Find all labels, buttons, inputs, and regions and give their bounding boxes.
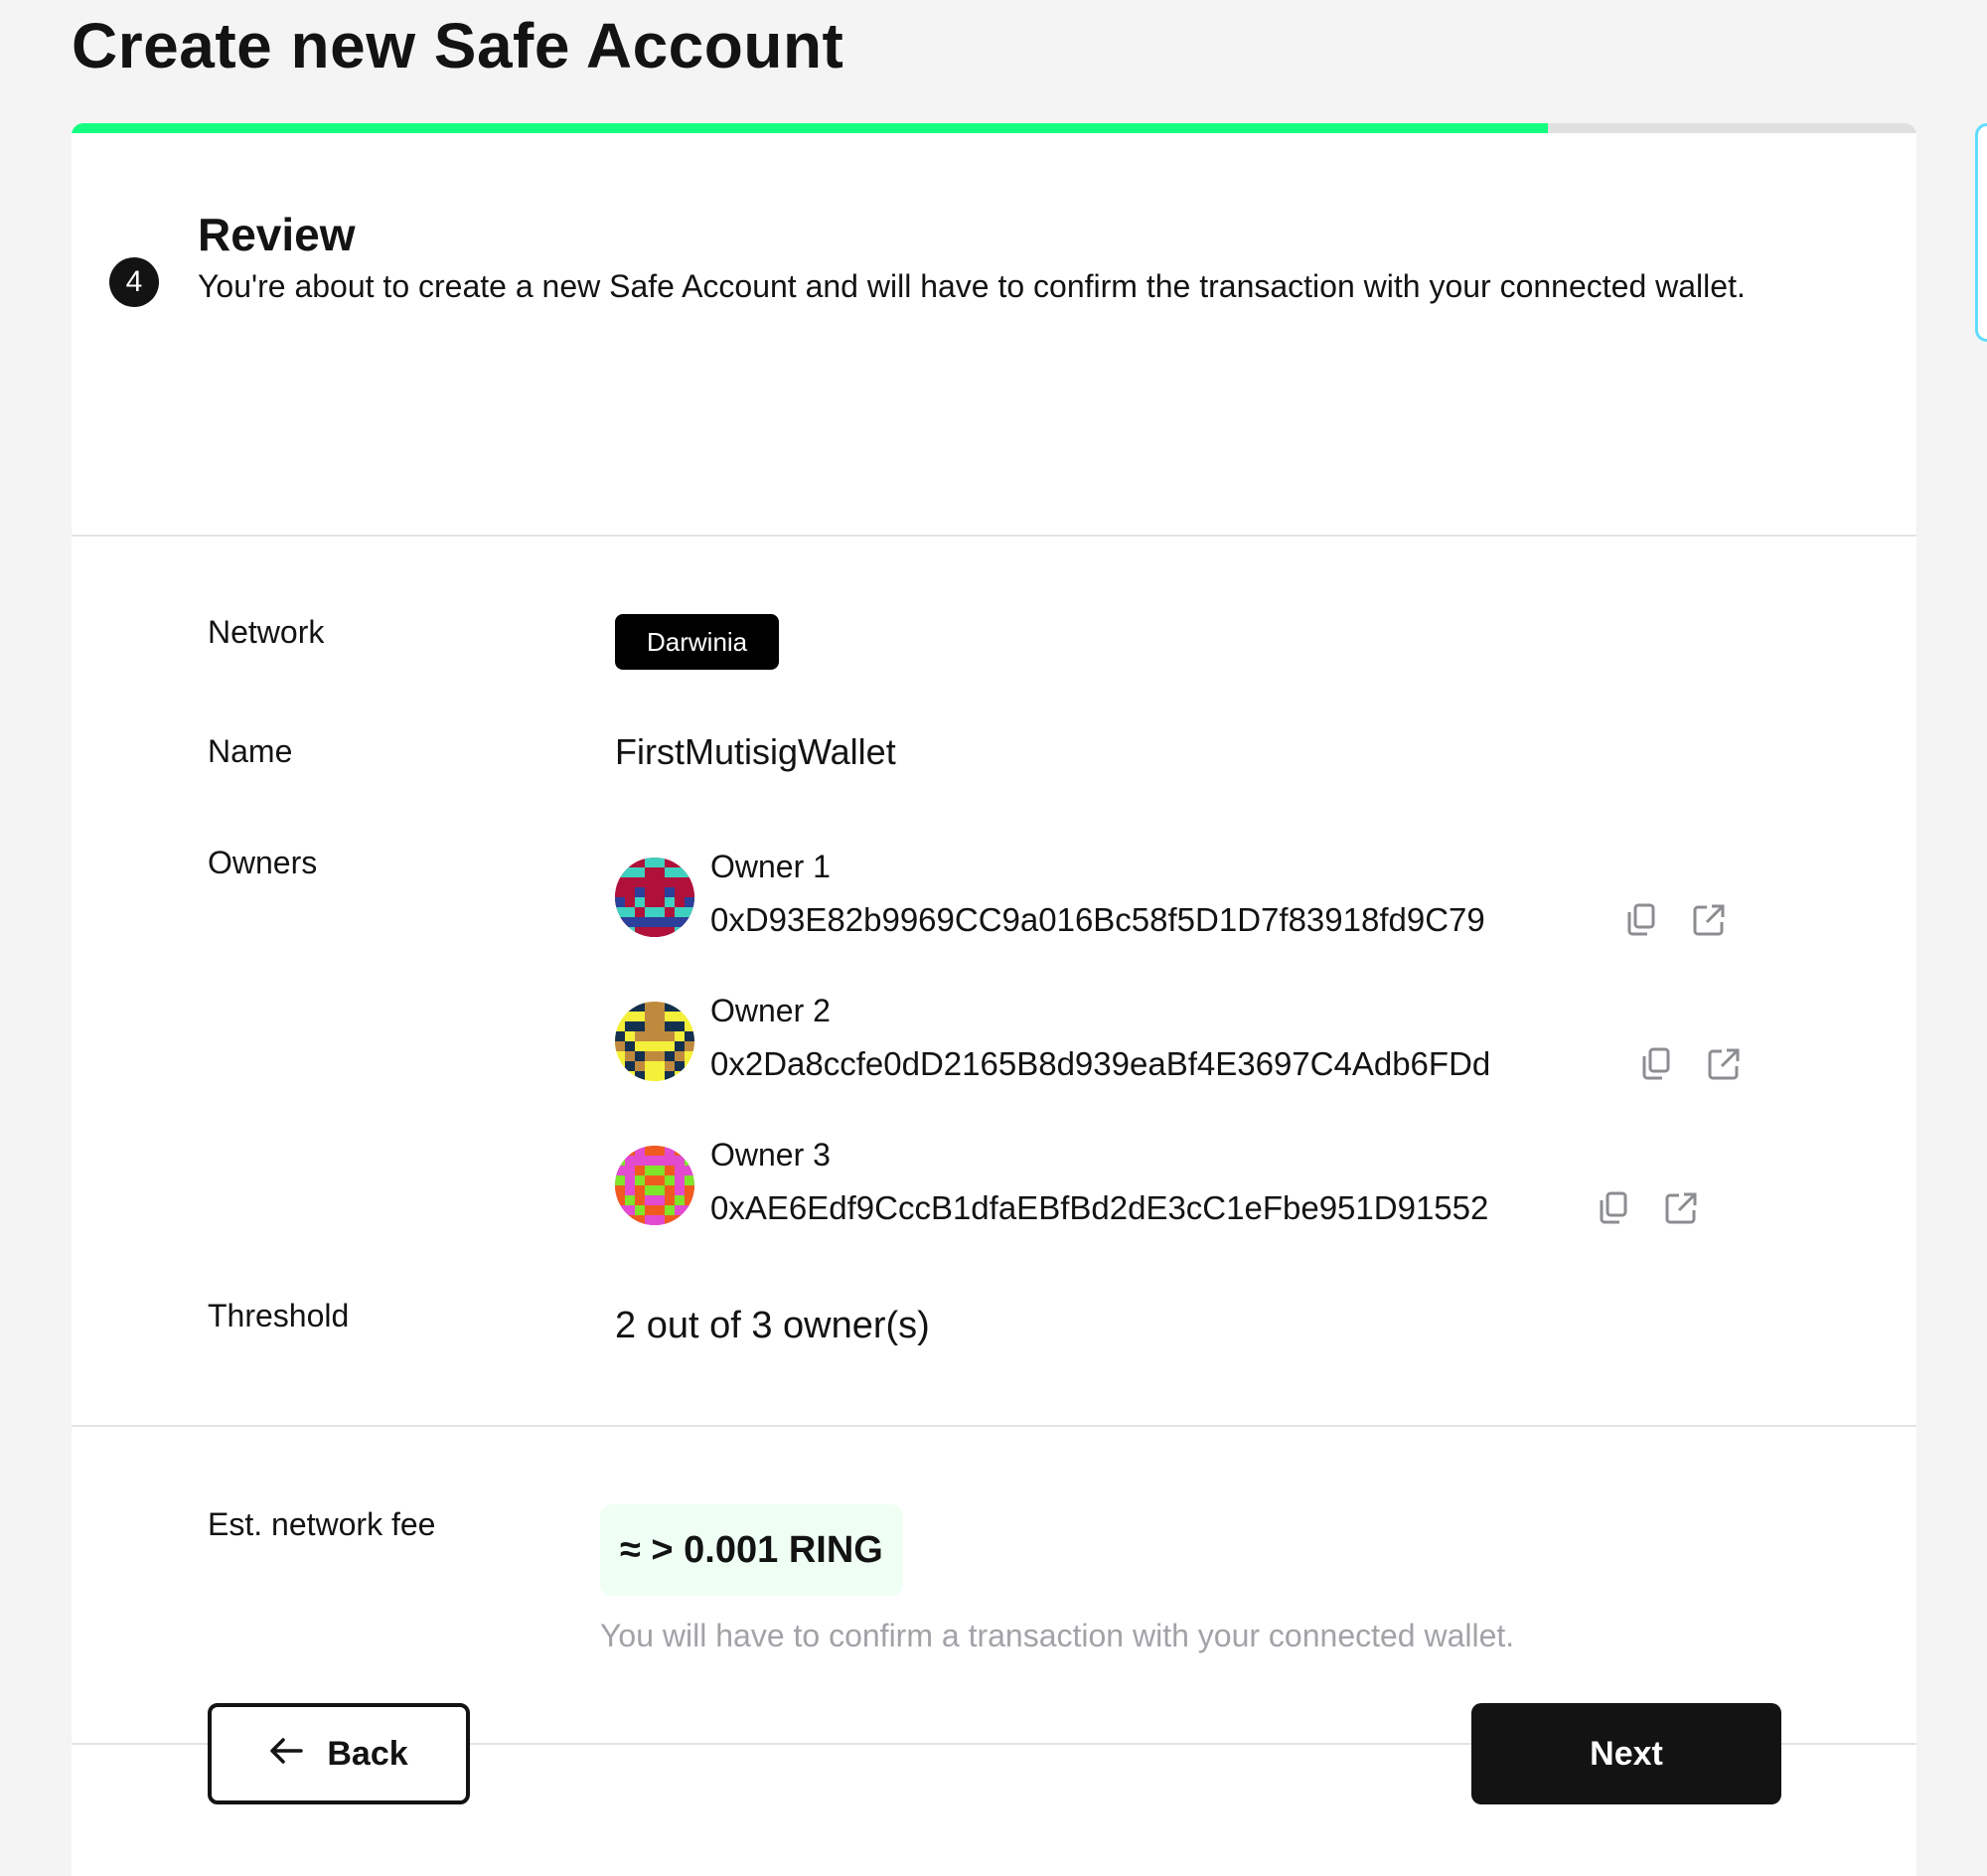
owner-actions	[1596, 1190, 1699, 1226]
owner-actions	[1638, 1046, 1742, 1082]
progress-fill	[72, 123, 1548, 133]
owner-address: 0xAE6Edf9CccB1dfaEBfBd2dE3cC1eFbe951D915…	[710, 1189, 1489, 1226]
step-title: Review	[198, 209, 356, 260]
fee-value-box: ≈ > 0.001 RING	[600, 1504, 903, 1596]
external-link-icon[interactable]	[1691, 902, 1727, 938]
owners-label: Owners	[208, 845, 318, 880]
threshold-label: Threshold	[208, 1298, 350, 1333]
owner-avatar	[615, 1146, 694, 1225]
next-button-label: Next	[1590, 1734, 1663, 1773]
owner-name: Owner 1	[710, 849, 831, 884]
threshold-value: 2 out of 3 owner(s)	[615, 1305, 930, 1346]
progress-bar	[72, 123, 1916, 133]
network-label: Network	[208, 614, 325, 650]
back-button-label: Back	[327, 1734, 408, 1773]
owner-name: Owner 2	[710, 993, 831, 1028]
back-button[interactable]: Back	[208, 1703, 470, 1804]
copy-icon[interactable]	[1596, 1190, 1631, 1226]
copy-icon[interactable]	[1638, 1046, 1674, 1082]
owner-avatar	[615, 1002, 694, 1081]
step-description: You're about to create a new Safe Accoun…	[198, 268, 1746, 304]
owner-address: 0x2Da8ccfe0dD2165B8d939eaBf4E3697C4Adb6F…	[710, 1045, 1491, 1082]
owner-item: Owner 3 0xAE6Edf9CccB1dfaEBfBd2dE3cC1eFb…	[615, 1135, 1708, 1226]
fee-label: Est. network fee	[208, 1506, 436, 1542]
divider	[72, 535, 1916, 537]
name-label: Name	[208, 733, 293, 769]
step-header: 4 Review You're about to create a new Sa…	[72, 133, 1916, 535]
network-chip: Darwinia	[615, 614, 780, 670]
fee-note: You will have to confirm a transaction w…	[600, 1618, 1515, 1653]
owner-actions	[1623, 902, 1727, 938]
owner-address: 0xD93E82b9969CC9a016Bc58f5D1D7f83918fd9C…	[710, 901, 1485, 938]
owner-item: Owner 2 0x2Da8ccfe0dD2165B8d939eaBf4E369…	[615, 991, 1740, 1082]
owner-item: Owner 1 0xD93E82b9969CC9a016Bc58f5D1D7f8…	[615, 847, 1725, 938]
external-link-icon[interactable]	[1663, 1190, 1699, 1226]
divider	[72, 1425, 1916, 1427]
next-button[interactable]: Next	[1471, 1703, 1781, 1804]
external-link-icon[interactable]	[1706, 1046, 1742, 1082]
owner-avatar	[615, 858, 694, 937]
side-panel-tab[interactable]	[1975, 123, 1987, 342]
copy-icon[interactable]	[1623, 902, 1659, 938]
page-title: Create new Safe Account	[72, 10, 844, 81]
owner-name: Owner 3	[710, 1137, 831, 1172]
safe-name-value: FirstMutisigWallet	[615, 731, 896, 772]
arrow-left-icon	[269, 1735, 304, 1774]
step-number-badge: 4	[109, 257, 159, 307]
create-safe-card: 4 Review You're about to create a new Sa…	[72, 123, 1916, 1876]
